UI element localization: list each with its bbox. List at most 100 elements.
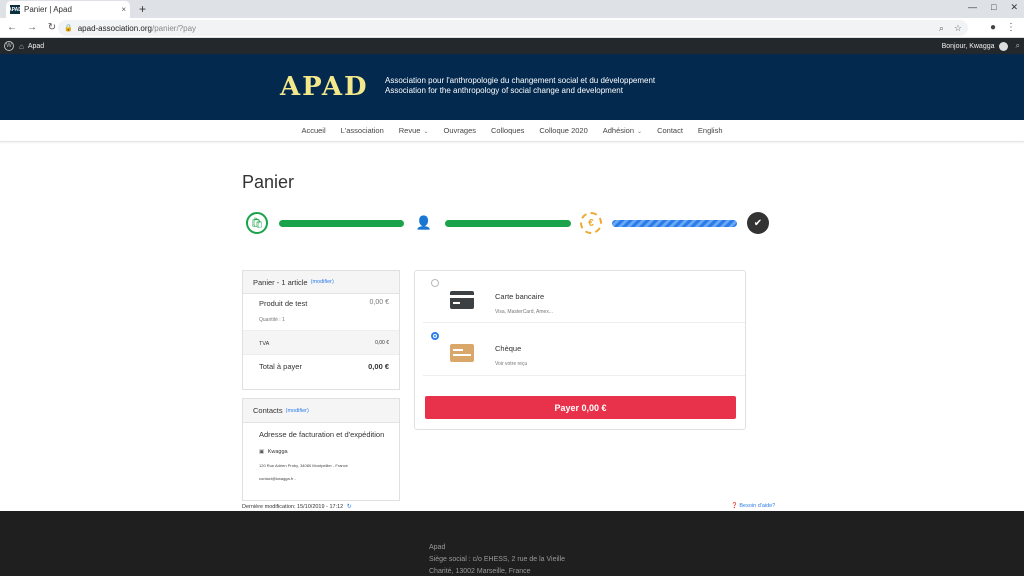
address-title: Adresse de facturation et d'expédition <box>259 430 385 439</box>
minimize-icon[interactable]: — <box>968 2 977 13</box>
total-label: Total à payer <box>259 362 302 371</box>
vat-value: 0,00 € <box>375 340 389 346</box>
apad-favicon-icon: APAD <box>8 5 22 14</box>
back-icon[interactable]: ← <box>4 22 20 33</box>
admin-site-link[interactable]: Apad <box>28 43 44 50</box>
payment-step-icon: € <box>580 212 602 234</box>
step-progress-1 <box>279 220 404 227</box>
payment-option-cheque[interactable]: Chèque Voir votre reçu <box>423 324 745 376</box>
contacts-box: Contacts (modifier) Adresse de facturati… <box>242 398 400 501</box>
nav-item-ouvrages[interactable]: Ouvrages <box>443 126 476 135</box>
lock-icon: 🔒 <box>64 25 73 32</box>
bookmark-star-icon[interactable]: ☆ <box>954 23 962 34</box>
cart-header-label: Panier - 1 article <box>253 277 308 287</box>
total-value: 0,00 € <box>368 362 389 371</box>
contact-name: Kwagga <box>267 449 288 455</box>
nav-item-accueil[interactable]: Accueil <box>301 126 325 135</box>
product-price: 0,00 € <box>369 299 389 306</box>
card-option-title: Carte bancaire <box>495 292 545 301</box>
nav-item-adhesion[interactable]: Adhésion ⌄ <box>603 126 642 135</box>
cheque-option-subtitle: Voir votre reçu <box>495 361 528 367</box>
contact-email: contact@kwagga.fr - <box>259 476 296 481</box>
chevron-down-icon: ⌄ <box>423 129 429 135</box>
footer-line-2: Siège social : c/o EHESS, 2 rue de la Vi… <box>429 556 566 563</box>
product-name: Produit de test <box>259 299 308 308</box>
nav-item-revue[interactable]: Revue ⌄ <box>399 126 429 135</box>
nav-item-contact[interactable]: Contact <box>657 126 683 135</box>
contacts-header-label: Contacts <box>253 406 283 415</box>
site-footer: Apad Siège social : c/o EHESS, 2 rue de … <box>0 511 1024 576</box>
wp-admin-bar: W ⌂ Apad Bonjour, Kwagga ⌕ <box>0 38 1024 54</box>
browser-tab-bar: APAD Panier | Apad × + — □ ✕ <box>0 0 1024 18</box>
tagline-en: Association for the anthropology of soci… <box>385 86 623 95</box>
footer-address: Apad Siège social : c/o EHESS, 2 rue de … <box>429 542 565 576</box>
vat-label: TVA <box>259 341 270 347</box>
greeting-text: Bonjour, Kwagga <box>941 42 995 50</box>
nav-item-colloque-2020[interactable]: Colloque 2020 <box>539 126 587 135</box>
done-step-icon: ✔ <box>747 212 769 234</box>
pay-button[interactable]: Payer 0,00 € <box>425 396 736 419</box>
last-modified-text: Dernière modification: 15/10/2019 - 17:1… <box>242 504 344 510</box>
payment-option-card[interactable]: Carte bancaire Visa, MasterCard, Amex... <box>423 271 745 323</box>
main-nav: Accueil L'association Revue ⌄ Ouvrages Co… <box>0 120 1024 142</box>
nav-item-association[interactable]: L'association <box>341 126 384 135</box>
step-progress-2 <box>445 220 571 227</box>
cheque-option-title: Chèque <box>495 344 522 353</box>
nav-item-label: Revue <box>398 126 421 135</box>
site-logo[interactable]: APAD <box>280 72 369 102</box>
payment-panel: Carte bancaire Visa, MasterCard, Amex...… <box>414 270 746 430</box>
last-modified: Dernière modification: 15/10/2019 - 17:1… <box>242 503 352 510</box>
step-progress-3 <box>612 220 737 227</box>
nav-item-colloques[interactable]: Colloques <box>491 126 524 135</box>
account-step-icon: 👤 <box>415 215 433 230</box>
window-close-icon[interactable]: ✕ <box>1010 2 1018 13</box>
chevron-down-icon: ⌄ <box>637 129 643 135</box>
product-quantity: Quantité : 1 <box>259 317 285 323</box>
account-icon[interactable]: ● <box>990 22 996 33</box>
card-radio[interactable] <box>431 279 439 287</box>
site-tagline: Association pour l'anthropologie du chan… <box>385 76 655 96</box>
maximize-icon[interactable]: □ <box>991 2 996 13</box>
browser-menu-icon[interactable]: ⋮ <box>1006 22 1016 33</box>
footer-line-1: Apad <box>429 544 446 551</box>
credit-card-icon <box>450 291 474 309</box>
address-bar[interactable]: 🔒 apad-association.org /panier/?pay ⌕ ☆ <box>58 20 968 36</box>
help-link[interactable]: ❓ Besoin d'aide? <box>731 503 775 509</box>
contact-address: 120 Rue Adrien Proby, 34080 Montpellier … <box>259 463 348 468</box>
browser-toolbar: ← → ↻ 🔒 apad-association.org /panier/?pa… <box>0 18 1024 38</box>
nav-item-label: Adhésion <box>602 126 635 135</box>
forward-icon[interactable]: → <box>24 22 40 33</box>
cart-summary: Panier - 1 article (modifier) Produit de… <box>242 270 400 390</box>
checkout-steps: 🛍 👤 € ✔ <box>246 212 771 234</box>
cheque-radio[interactable] <box>431 332 439 340</box>
cheque-icon <box>450 344 474 362</box>
cart-quantity-row: Quantité : 1 <box>243 316 399 323</box>
contact-name-row: ▣ Kwagga <box>259 449 288 455</box>
url-host: apad-association.org <box>77 23 152 33</box>
building-icon: ▣ <box>259 449 265 455</box>
browser-tab[interactable]: APAD Panier | Apad × <box>6 1 130 18</box>
cart-edit-link[interactable]: (modifier) <box>311 279 334 285</box>
home-icon: ⌂ <box>19 41 24 51</box>
cart-product-row: Produit de test 0,00 € <box>243 299 399 308</box>
cart-summary-header: Panier - 1 article (modifier) <box>243 271 399 294</box>
card-option-subtitle: Visa, MasterCard, Amex... <box>495 309 553 315</box>
cart-vat-row: TVA 0,00 € <box>243 330 399 355</box>
tab-close-icon[interactable]: × <box>121 5 126 14</box>
contacts-edit-link[interactable]: (modifier) <box>286 408 309 414</box>
admin-search-icon[interactable]: ⌕ <box>1016 41 1020 51</box>
url-path: /panier/?pay <box>152 23 197 33</box>
avatar <box>998 41 1008 51</box>
contacts-header: Contacts (modifier) <box>243 399 399 423</box>
wordpress-icon[interactable]: W <box>4 41 14 51</box>
cart-total-row: Total à payer 0,00 € <box>243 362 399 371</box>
tagline-fr: Association pour l'anthropologie du chan… <box>385 76 656 85</box>
nav-item-english[interactable]: English <box>698 126 723 135</box>
cart-step-icon: 🛍 <box>246 212 268 234</box>
admin-greeting[interactable]: Bonjour, Kwagga <box>941 41 1008 51</box>
new-tab-icon[interactable]: + <box>139 2 146 16</box>
zoom-icon[interactable]: ⌕ <box>939 23 944 34</box>
tab-title: Panier | Apad <box>24 5 72 14</box>
refresh-icon[interactable]: ↻ <box>347 504 352 510</box>
footer-line-3: Charité, 13002 Marseille, France <box>429 568 531 575</box>
